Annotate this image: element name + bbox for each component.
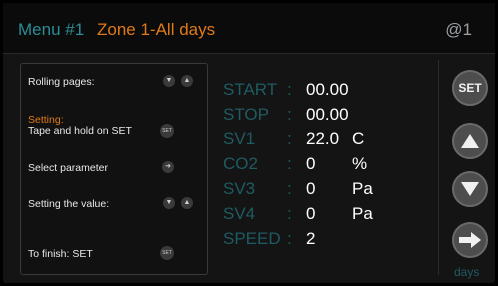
param-separator: :	[287, 154, 292, 173]
param-label-start: START	[223, 80, 278, 99]
zone-title: Zone 1-All days	[97, 20, 216, 39]
param-unit-sv4: Pa	[352, 204, 373, 223]
help-finish: To finish: SET	[28, 248, 93, 260]
mini-set-icon-2: SET	[160, 246, 174, 260]
up-button[interactable]	[452, 123, 488, 159]
mini-down-icon: ▼	[163, 75, 175, 87]
param-separator: :	[287, 204, 292, 223]
days-label: days	[454, 265, 480, 279]
menu-number: Menu #1	[18, 20, 85, 39]
param-separator: :	[287, 129, 292, 148]
mini-up-icon-2: ▲	[181, 197, 193, 209]
set-button[interactable]: SET	[452, 70, 488, 106]
param-value-sv3[interactable]: 0	[306, 179, 315, 199]
param-label-sv3: SV3	[223, 179, 256, 198]
arrow-right-icon	[459, 232, 481, 248]
set-icon: SET	[458, 81, 482, 95]
param-separator: :	[287, 179, 292, 198]
help-tape-hold: Tape and hold on SET	[28, 125, 132, 137]
param-label-speed: SPEED	[223, 229, 281, 248]
param-label-sv4: SV4	[223, 204, 256, 223]
hvac-screen: Menu #1 Zone 1-All days @1 Rolling pages…	[0, 0, 498, 286]
param-value-speed[interactable]: 2	[306, 229, 315, 249]
param-label-sv1: SV1	[223, 129, 256, 148]
param-unit-sv3: Pa	[352, 179, 373, 198]
help-setting-value: Setting the value:	[28, 198, 110, 210]
arrow-up-icon	[461, 134, 479, 148]
mini-set-icon: SET	[160, 124, 174, 138]
param-separator: :	[287, 229, 292, 248]
param-separator: :	[287, 80, 292, 99]
help-select-parameter: Select parameter	[28, 162, 108, 174]
param-label-co2: CO2	[223, 154, 258, 173]
param-value-sv4[interactable]: 0	[306, 204, 315, 224]
mini-up-icon: ▲	[181, 75, 193, 87]
arrow-down-icon	[461, 182, 479, 196]
mini-down-icon-2: ▼	[163, 197, 175, 209]
device-address: @1	[445, 20, 472, 39]
mini-right-icon: ➜	[162, 161, 174, 173]
next-button[interactable]	[452, 222, 488, 258]
param-unit-co2: %	[352, 154, 368, 173]
param-unit-sv1: C	[352, 129, 365, 148]
param-label-stop: STOP	[223, 105, 269, 124]
param-value-stop[interactable]: 00.00	[306, 105, 349, 125]
param-value-co2[interactable]: 0	[306, 154, 315, 174]
down-button[interactable]	[452, 171, 488, 207]
help-rolling-pages: Rolling pages:	[28, 76, 95, 88]
param-value-start[interactable]: 00.00	[306, 80, 349, 100]
param-separator: :	[287, 105, 292, 124]
divider	[438, 60, 439, 275]
help-panel: Rolling pages: ▼ ▲ Setting: Tape and hol…	[20, 63, 208, 275]
param-value-sv1[interactable]: 22.0	[306, 129, 339, 149]
